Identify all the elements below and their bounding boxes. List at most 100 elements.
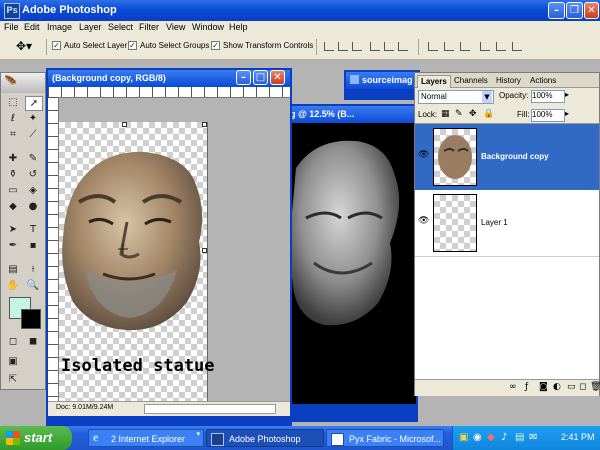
- taskbar-internet-explorer[interactable]: e 2 Internet Explorer ▾: [88, 429, 204, 447]
- lock-position-icon[interactable]: ✥: [469, 109, 477, 119]
- standard-mode-icon[interactable]: ◻: [5, 335, 21, 348]
- eye-icon[interactable]: 👁: [418, 216, 429, 226]
- screen-mode-icon[interactable]: ▣: [5, 355, 21, 368]
- menu-filter[interactable]: Filter: [139, 22, 159, 32]
- lock-all-icon[interactable]: 🔒: [483, 109, 494, 119]
- distribute-right-icon[interactable]: [512, 42, 522, 51]
- move-tool-icon[interactable]: ✥▾: [16, 39, 32, 53]
- network-icon[interactable]: ▤: [515, 432, 524, 443]
- jump-to-imageready-icon[interactable]: ⇱: [5, 373, 21, 386]
- eyedropper-icon[interactable]: ⟊: [25, 263, 41, 276]
- taskbar-adobe-photoshop[interactable]: Adobe Photoshop: [206, 429, 324, 447]
- crop-tool-icon[interactable]: ⌗: [5, 128, 21, 141]
- opacity-slider-arrow-icon[interactable]: ▸: [565, 90, 569, 99]
- distribute-left-icon[interactable]: [480, 42, 490, 51]
- layer-row-layer-1[interactable]: 👁 Layer 1: [415, 190, 599, 257]
- chevron-down-icon[interactable]: ▼: [482, 91, 492, 103]
- tab-layers[interactable]: Layers: [417, 75, 451, 88]
- show-transform-controls-checkbox[interactable]: ✓: [211, 41, 220, 50]
- eye-icon[interactable]: 👁: [418, 150, 429, 160]
- align-bottom-icon[interactable]: [352, 42, 362, 51]
- move-tool-icon[interactable]: ➚: [25, 96, 43, 111]
- path-selection-icon[interactable]: ➤: [5, 223, 21, 236]
- lock-transparency-icon[interactable]: ▦: [441, 109, 450, 119]
- blend-mode-select[interactable]: Normal ▼: [418, 90, 494, 104]
- tab-actions[interactable]: Actions: [527, 75, 559, 87]
- link-layers-icon[interactable]: ∞: [509, 382, 517, 392]
- auto-select-groups-checkbox[interactable]: ✓: [128, 41, 137, 50]
- tray-icon[interactable]: ◆: [487, 432, 495, 443]
- layer-name[interactable]: Layer 1: [481, 218, 508, 227]
- menu-image[interactable]: Image: [47, 22, 72, 32]
- menu-window[interactable]: Window: [192, 22, 224, 32]
- fill-input[interactable]: 100%: [531, 109, 565, 122]
- volume-icon[interactable]: ♪: [501, 432, 507, 443]
- slice-tool-icon[interactable]: ⟋: [25, 128, 41, 141]
- marquee-tool-icon[interactable]: ⬚: [5, 96, 21, 109]
- distribute-vcenter-icon[interactable]: [444, 42, 454, 51]
- doc-maximize-button[interactable]: □: [253, 70, 268, 85]
- auto-select-layer-checkbox[interactable]: ✓: [52, 41, 61, 50]
- trash-icon[interactable]: 🗑: [590, 382, 600, 392]
- history-brush-icon[interactable]: ↺: [25, 168, 41, 181]
- lock-image-icon[interactable]: ✎: [455, 109, 463, 119]
- tab-history[interactable]: History: [493, 75, 524, 87]
- horizontal-scrollbar[interactable]: [144, 404, 276, 414]
- paint-bucket-icon[interactable]: ◈: [25, 184, 41, 197]
- magic-wand-icon[interactable]: ✦: [25, 112, 41, 125]
- menu-edit[interactable]: Edit: [24, 22, 40, 32]
- tray-icon[interactable]: ▣: [459, 432, 468, 443]
- second-window-title-bar[interactable]: g @ 12.5% (B...: [286, 106, 416, 123]
- blur-tool-icon[interactable]: ◆: [5, 200, 21, 213]
- clock[interactable]: 2:41 PM: [561, 432, 595, 442]
- opacity-input[interactable]: 100%: [531, 90, 565, 103]
- second-document-window[interactable]: g @ 12.5% (B...: [284, 104, 418, 422]
- adjustment-layer-icon[interactable]: ◐: [553, 382, 561, 392]
- tab-channels[interactable]: Channels: [451, 75, 491, 87]
- main-window-title-bar[interactable]: (Background copy, RGB/8) – □ ✕: [48, 70, 290, 87]
- clone-stamp-icon[interactable]: ⚱: [5, 168, 21, 181]
- align-vcenter-icon[interactable]: [338, 42, 348, 51]
- start-button[interactable]: start: [0, 426, 72, 450]
- minimize-button[interactable]: –: [548, 2, 565, 19]
- menu-view[interactable]: View: [166, 22, 185, 32]
- background-color-swatch[interactable]: [21, 309, 41, 329]
- menu-select[interactable]: Select: [108, 22, 133, 32]
- eraser-tool-icon[interactable]: ▭: [5, 184, 21, 197]
- new-layer-icon[interactable]: ◻: [579, 382, 586, 392]
- align-top-icon[interactable]: [324, 42, 334, 51]
- layer-style-icon[interactable]: ƒ: [525, 382, 528, 392]
- taskbar-pyx-fabric[interactable]: Pyx Fabric - Microsof...: [326, 429, 444, 447]
- menu-help[interactable]: Help: [229, 22, 248, 32]
- doc-minimize-button[interactable]: –: [236, 70, 251, 85]
- canvas-area[interactable]: Isolated statue: [59, 98, 290, 401]
- hand-tool-icon[interactable]: ✋: [5, 279, 21, 292]
- shape-tool-icon[interactable]: ▪: [25, 239, 41, 252]
- type-tool-icon[interactable]: T: [25, 223, 41, 236]
- close-button[interactable]: ✕: [584, 2, 599, 19]
- tray-icon[interactable]: ✉: [529, 432, 537, 443]
- menu-layer[interactable]: Layer: [79, 22, 102, 32]
- quick-mask-icon[interactable]: ◼: [25, 335, 41, 348]
- tray-icon[interactable]: ◉: [473, 432, 482, 443]
- distribute-top-icon[interactable]: [428, 42, 438, 51]
- menu-file[interactable]: File: [4, 22, 19, 32]
- source-window-title-bar[interactable]: sourceimag: [346, 72, 418, 89]
- main-document-window[interactable]: (Background copy, RGB/8) – □ ✕ Isolated …: [46, 68, 292, 426]
- layer-mask-icon[interactable]: ◙: [539, 382, 548, 392]
- align-left-icon[interactable]: [370, 42, 380, 51]
- align-hcenter-icon[interactable]: [384, 42, 394, 51]
- distribute-bottom-icon[interactable]: [460, 42, 470, 51]
- healing-brush-icon[interactable]: ✚: [5, 152, 21, 165]
- notes-tool-icon[interactable]: ▤: [5, 263, 21, 276]
- dodge-tool-icon[interactable]: ●: [25, 200, 41, 213]
- fill-slider-arrow-icon[interactable]: ▸: [565, 109, 569, 118]
- zoom-tool-icon[interactable]: 🔍: [25, 279, 41, 292]
- distribute-hcenter-icon[interactable]: [496, 42, 506, 51]
- source-image-window[interactable]: sourceimag: [344, 70, 420, 100]
- doc-close-button[interactable]: ✕: [270, 70, 285, 85]
- restore-button[interactable]: ❐: [566, 2, 583, 19]
- pen-tool-icon[interactable]: ✒: [5, 239, 21, 252]
- align-right-icon[interactable]: [398, 42, 408, 51]
- layer-name[interactable]: Background copy: [481, 152, 549, 161]
